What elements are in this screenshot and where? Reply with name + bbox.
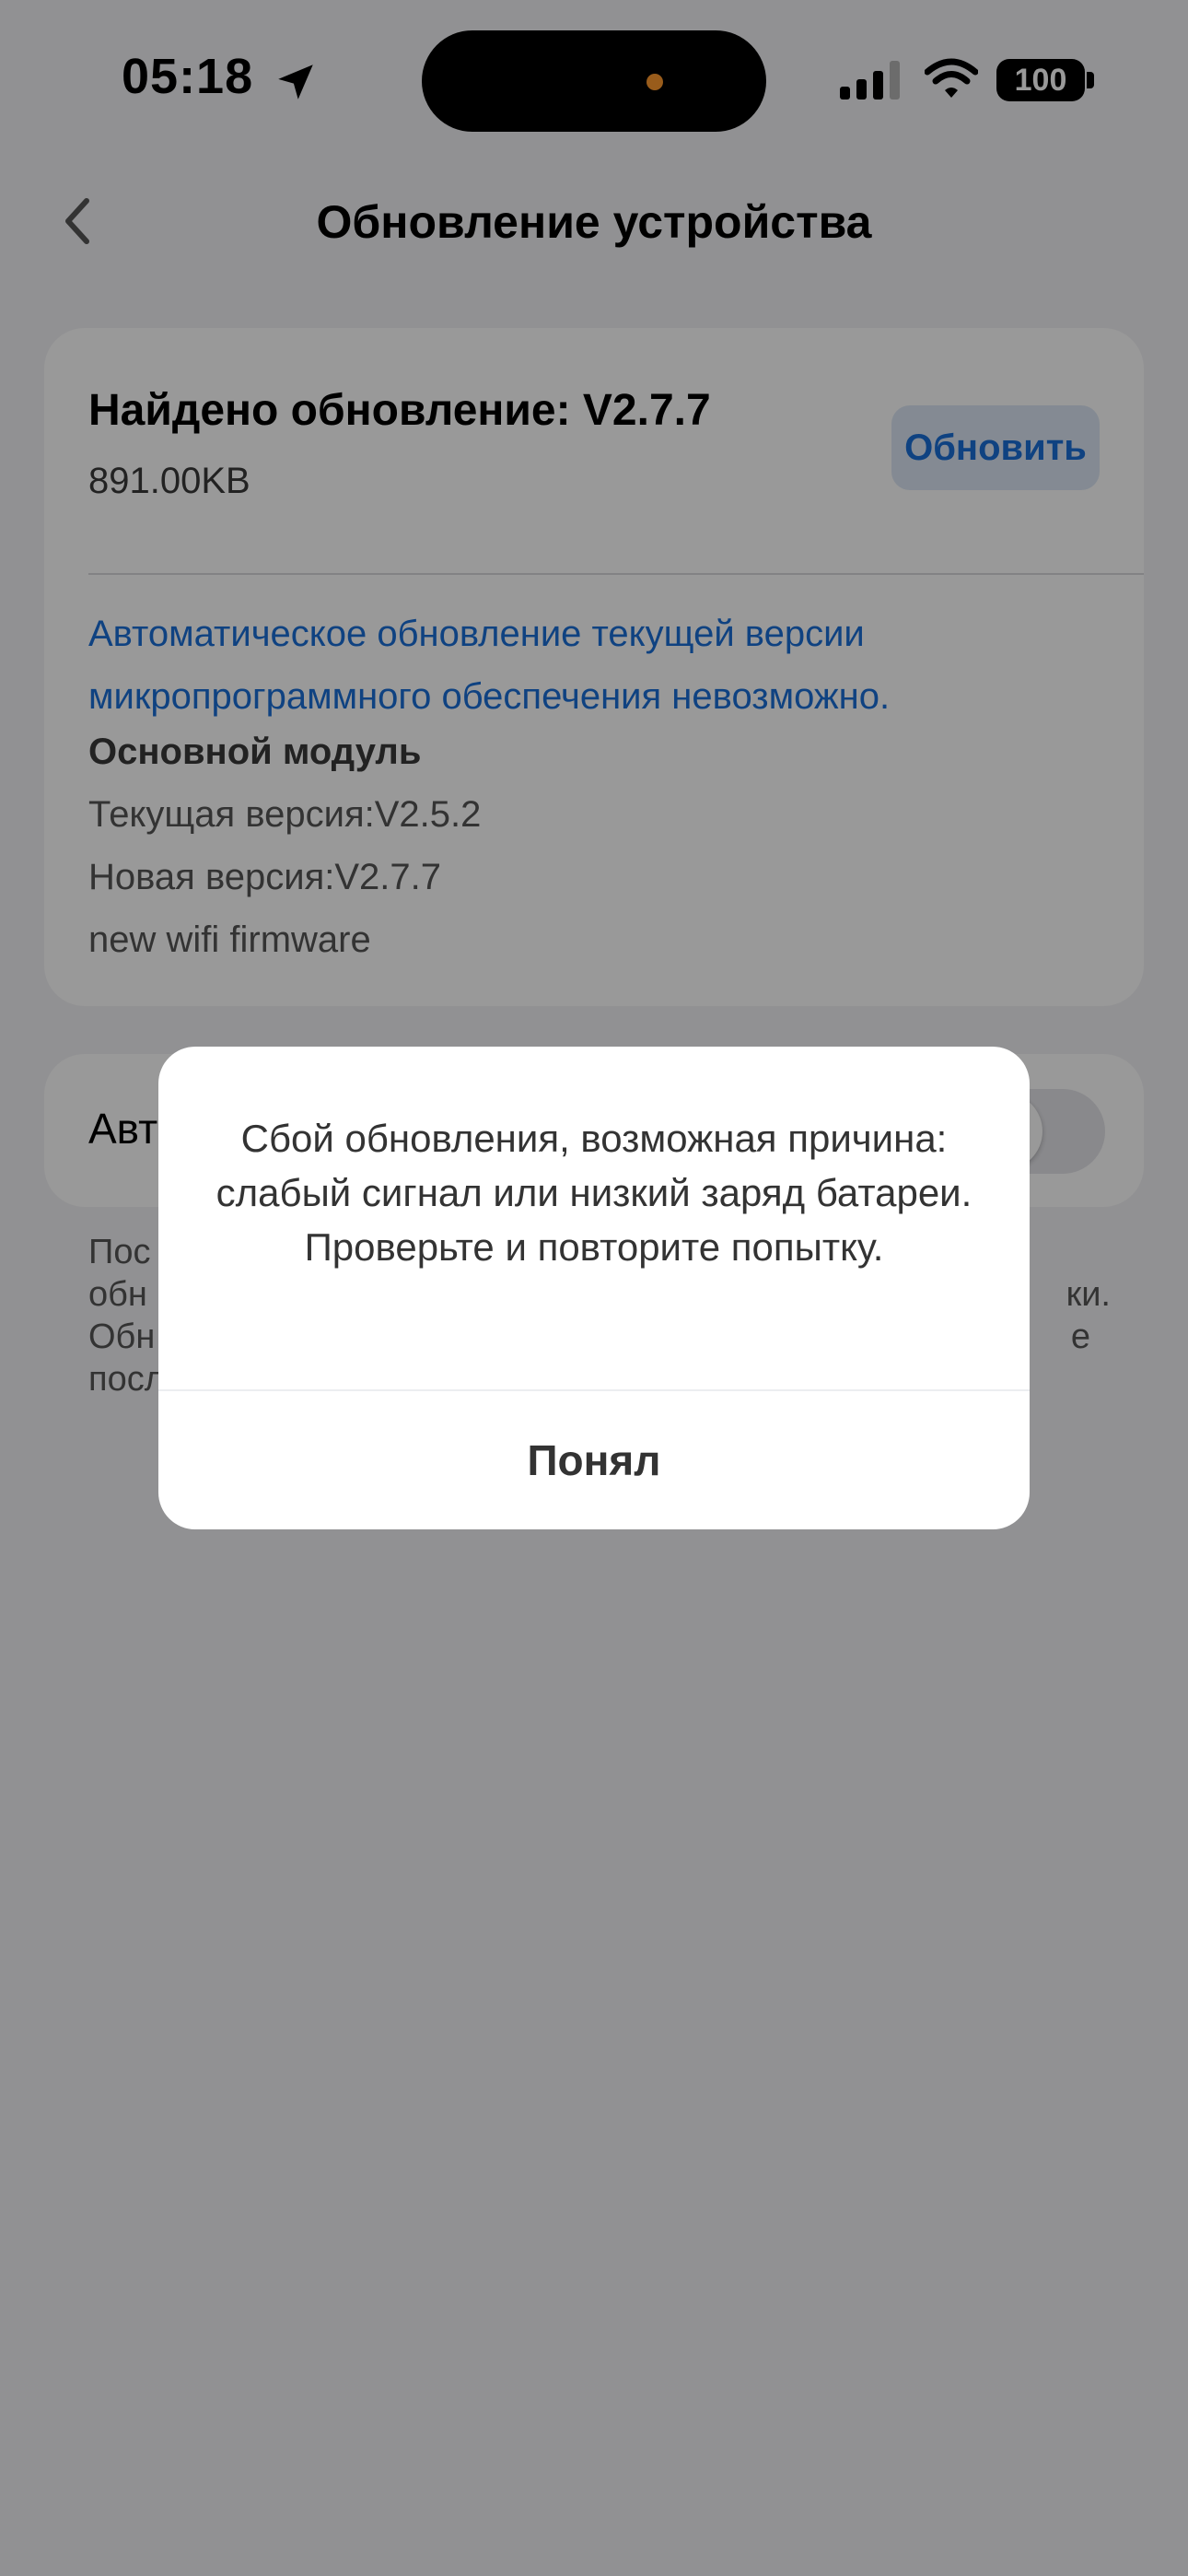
- update-failed-dialog: Сбой обновления, возможная причина: слаб…: [158, 1047, 1030, 1529]
- ok-button[interactable]: Понял: [158, 1391, 1030, 1529]
- dialog-message: Сбой обновления, возможная причина: слаб…: [215, 1117, 973, 1269]
